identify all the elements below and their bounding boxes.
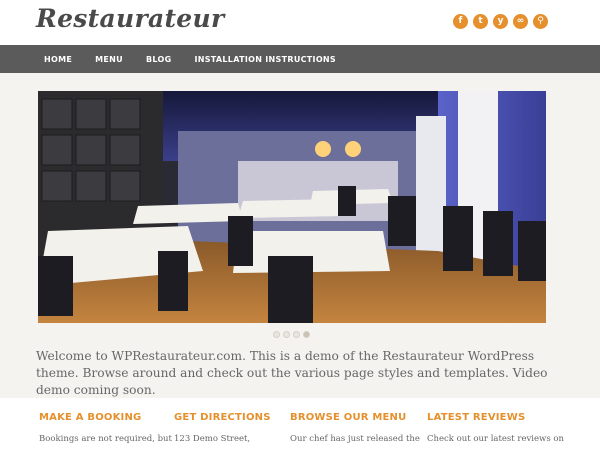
slider-dot-active[interactable] (303, 331, 310, 338)
site-logo[interactable]: Restaurateur (36, 4, 224, 33)
welcome-text: Welcome to WPRestaurateur.com. This is a… (36, 349, 548, 397)
hero-slider[interactable] (38, 91, 546, 323)
widget-booking: MAKE A BOOKING Bookings are not required… (39, 412, 172, 445)
widget-title[interactable]: BROWSE OUR MENU (290, 412, 415, 423)
site-header: Restaurateur f t y ∞ ⚲ (0, 0, 600, 45)
tripadvisor-icon[interactable]: ∞ (513, 14, 528, 29)
slider-dot[interactable] (293, 331, 300, 338)
widget-title[interactable]: GET DIRECTIONS (174, 412, 299, 423)
nav-item-installation-instructions[interactable]: INSTALLATION INSTRUCTIONS (194, 55, 336, 64)
search-icon[interactable]: ⚲ (533, 14, 548, 29)
slider-dot[interactable] (273, 331, 280, 338)
main-nav: HOME MENU BLOG INSTALLATION INSTRUCTIONS (0, 45, 600, 73)
widget-text: Our chef has just released the (290, 434, 420, 444)
widget-text: 123 Demo Street, (174, 434, 251, 444)
widget-title[interactable]: LATEST REVIEWS (427, 412, 552, 423)
footer-widgets: MAKE A BOOKING Bookings are not required… (0, 398, 600, 450)
slider-dot[interactable] (283, 331, 290, 338)
widget-directions: GET DIRECTIONS 123 Demo Street, (174, 412, 299, 445)
twitter-icon[interactable]: t (473, 14, 488, 29)
nav-item-home[interactable]: HOME (44, 55, 72, 64)
widget-title[interactable]: MAKE A BOOKING (39, 412, 164, 423)
widget-text: Bookings are not required, but (39, 434, 172, 444)
restaurant-interior-image (38, 91, 546, 323)
widget-menu: BROWSE OUR MENU Our chef has just releas… (290, 412, 420, 445)
yelp-icon[interactable]: y (493, 14, 508, 29)
facebook-icon[interactable]: f (453, 14, 468, 29)
social-links: f t y ∞ ⚲ (453, 14, 548, 29)
nav-item-blog[interactable]: BLOG (146, 55, 171, 64)
widget-text: Check out our latest reviews on (427, 434, 564, 444)
slider-pagination (273, 331, 310, 338)
nav-item-menu[interactable]: MENU (95, 55, 123, 64)
widget-reviews: LATEST REVIEWS Check out our latest revi… (427, 412, 564, 445)
